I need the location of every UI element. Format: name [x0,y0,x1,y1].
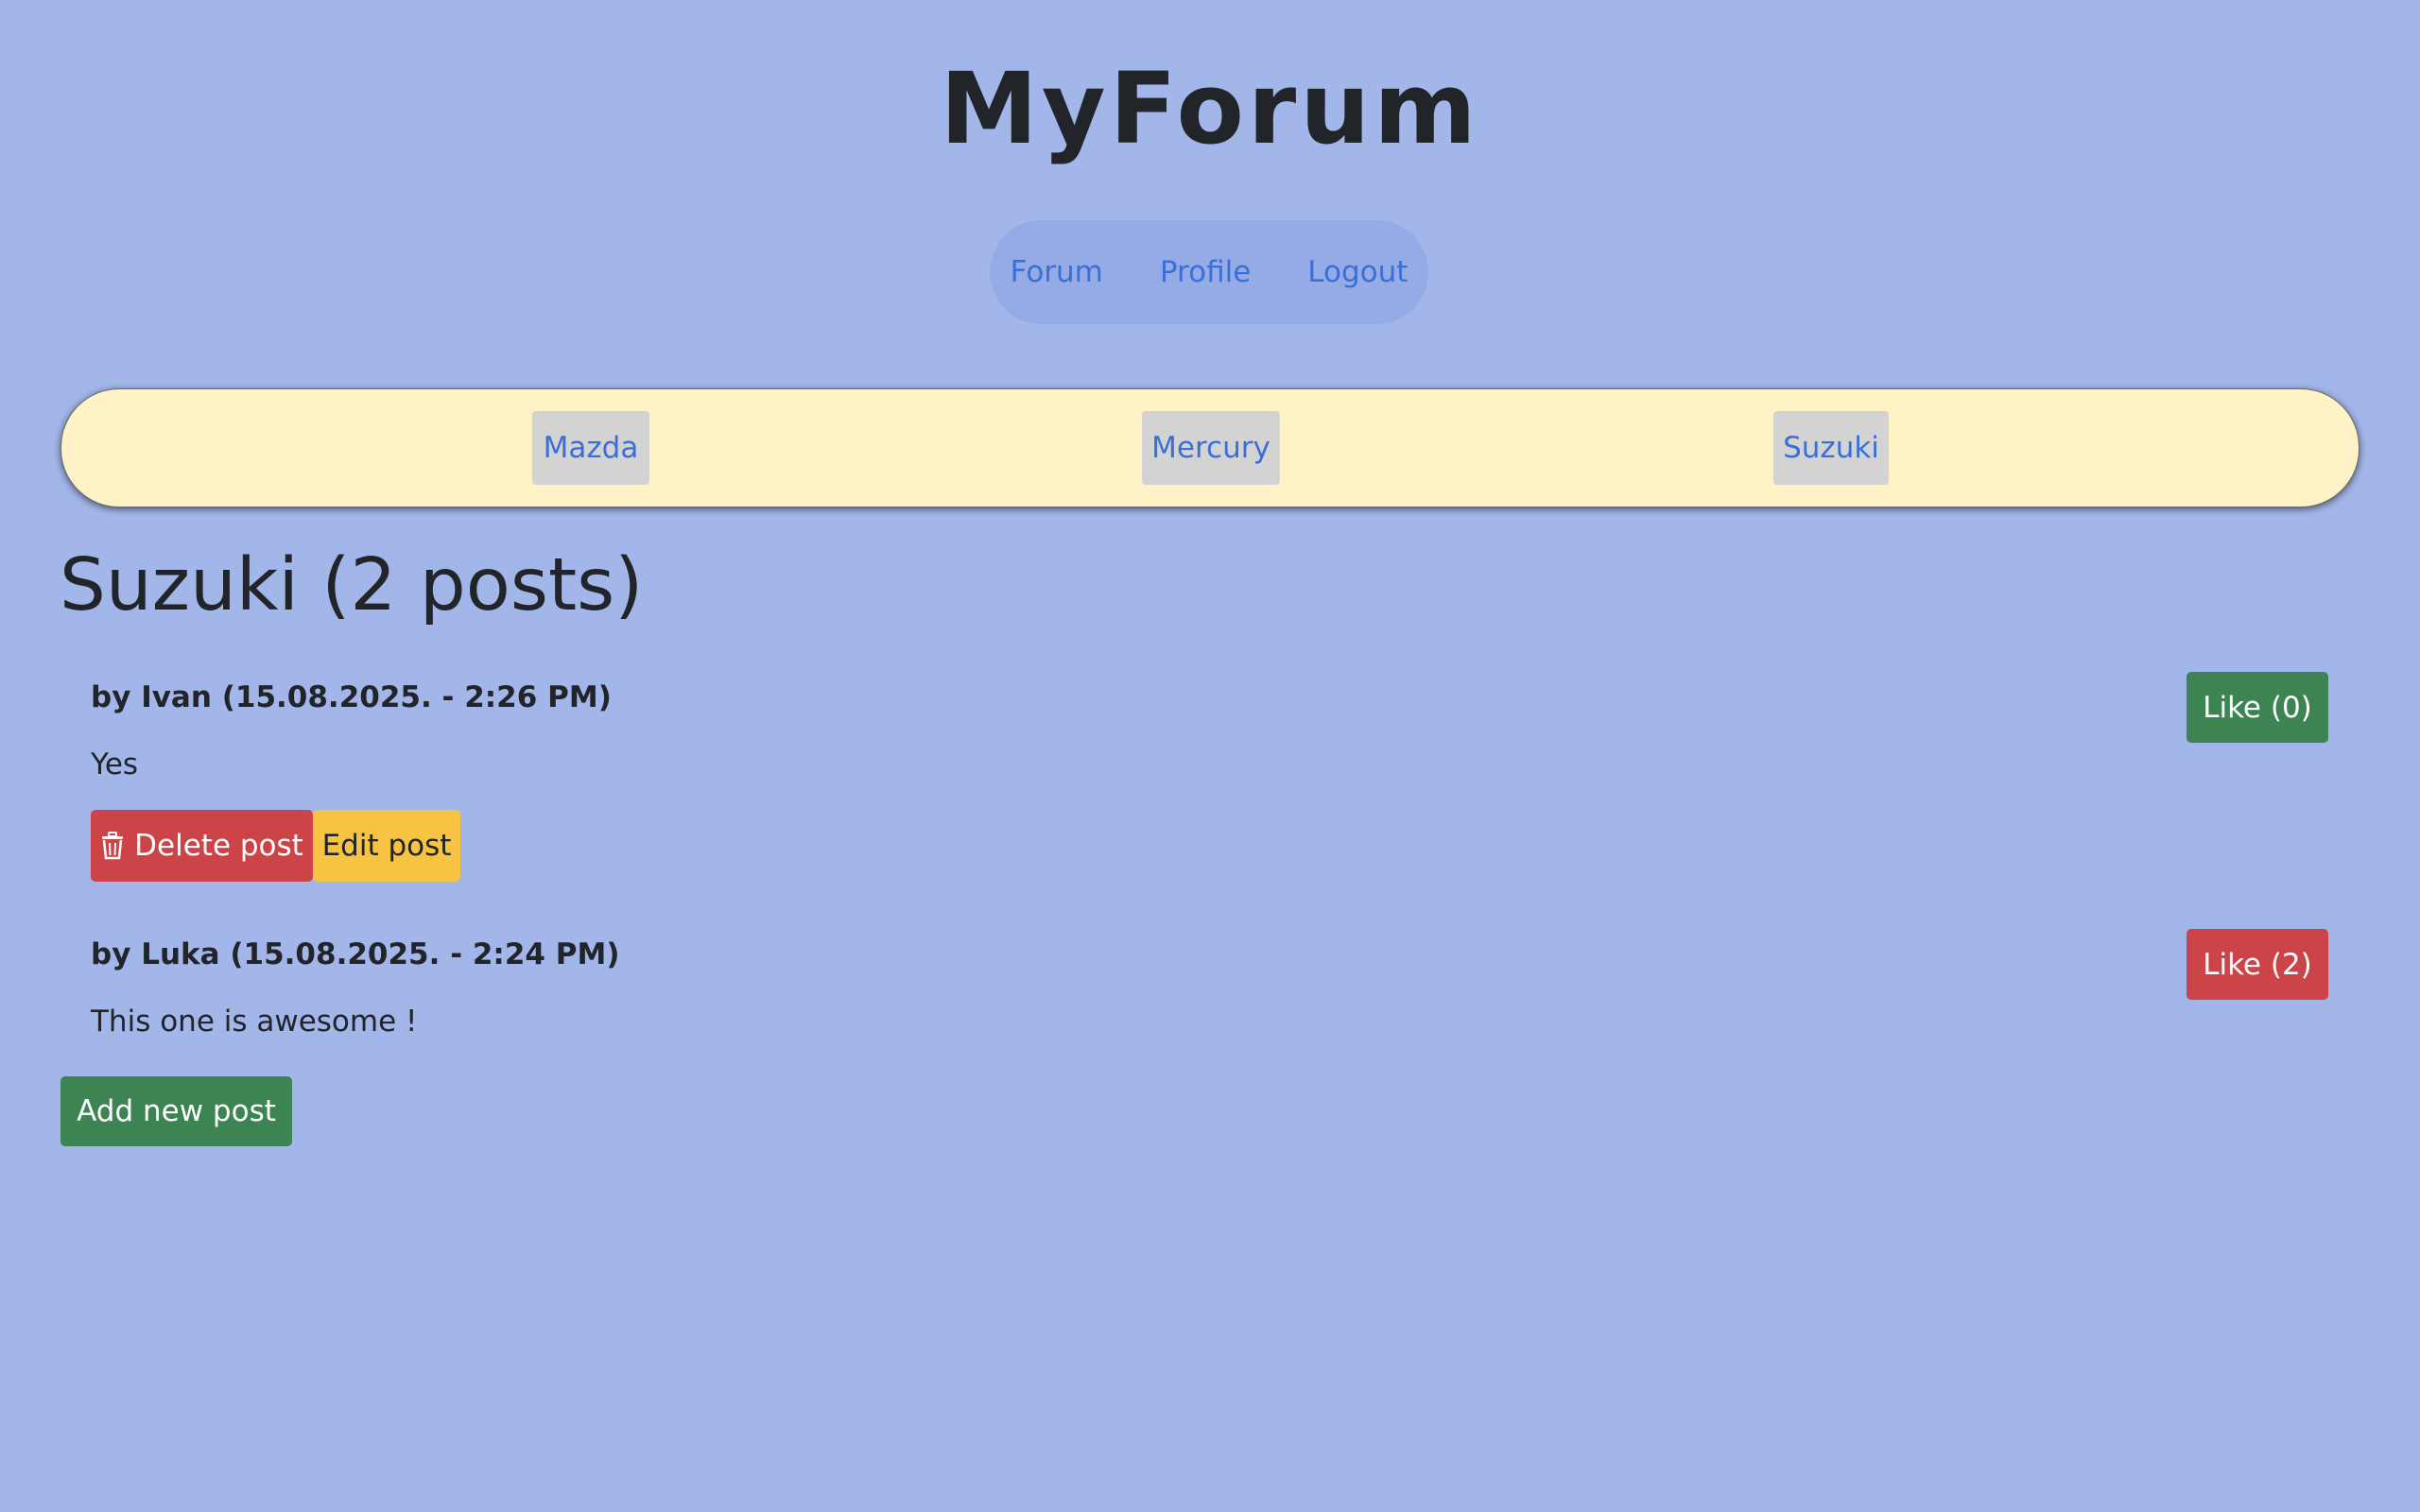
site-title: MyForum [940,51,1480,166]
post-body: Yes [91,747,139,782]
post-author-meta: by Luka (15.08.2025. - 2:24 PM) [91,937,620,971]
like-button[interactable]: Like (2) [2187,929,2328,1000]
post-author-meta: by Ivan (15.08.2025. - 2:26 PM) [91,680,612,714]
brand-button-suzuki[interactable]: Suzuki [1773,411,1889,485]
nav-profile-link[interactable]: Profile [1132,255,1279,289]
nav-logout-link[interactable]: Logout [1279,255,1436,289]
page-title: Suzuki (2 posts) [60,543,644,627]
like-button[interactable]: Like (0) [2187,672,2328,743]
top-nav: Forum Profile Logout [990,220,1428,324]
add-new-post-button[interactable]: Add new post [60,1076,292,1146]
brand-button-mercury[interactable]: Mercury [1142,411,1280,485]
edit-post-button[interactable]: Edit post [313,810,460,882]
brand-button-mazda[interactable]: Mazda [532,411,649,485]
post-body: This one is awesome ! [91,1005,418,1039]
trash-icon [100,832,125,860]
delete-post-button[interactable]: Delete post [91,810,313,882]
delete-post-label: Delete post [134,829,303,863]
nav-forum-link[interactable]: Forum [982,255,1132,289]
brand-bar: Mazda Mercury Suzuki [60,388,2360,507]
